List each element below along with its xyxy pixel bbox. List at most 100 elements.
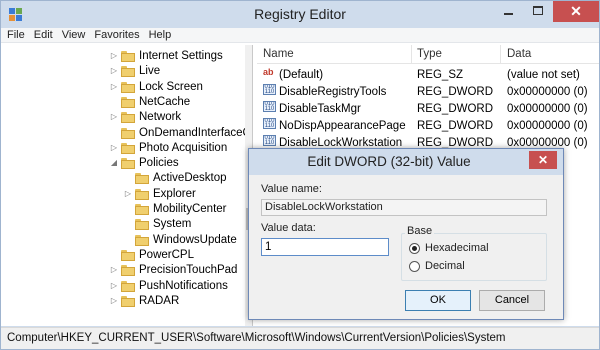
- folder-icon: [121, 112, 135, 124]
- value-row[interactable]: 010 110 DisableTaskMgr REG_DWORD 0x00000000 …: [257, 101, 599, 118]
- tree-item[interactable]: ▷ Explorer: [5, 186, 252, 202]
- hexadecimal-radio[interactable]: [409, 243, 420, 254]
- value-row[interactable]: 010 110 DisableRegistryTools REG_DWORD 0x000…: [257, 84, 599, 101]
- radio-selected-dot: [412, 246, 417, 251]
- value-type: REG_DWORD: [417, 120, 494, 132]
- tree-item-label: WindowsUpdate: [153, 233, 237, 246]
- menu-file[interactable]: File: [7, 28, 25, 42]
- tree-item-label: Explorer: [153, 187, 196, 200]
- value-data: 0x00000000 (0): [507, 86, 588, 98]
- menu-view[interactable]: View: [62, 28, 86, 42]
- tree-item[interactable]: ▷ PushNotifications: [5, 278, 252, 294]
- tree-item[interactable]: ▷ PrecisionTouchPad: [5, 262, 252, 278]
- folder-icon: [135, 204, 149, 215]
- folder-icon: [135, 234, 149, 246]
- expand-arrow-icon[interactable]: ▷: [109, 262, 119, 278]
- tree-item[interactable]: ActiveDesktop: [5, 170, 252, 186]
- base-label: Base: [405, 225, 435, 237]
- cancel-button[interactable]: Cancel: [479, 290, 545, 311]
- tree-item[interactable]: ▷ Lock Screen: [5, 79, 252, 95]
- expand-arrow-icon[interactable]: ▷: [123, 186, 133, 202]
- value-data: (value not set): [507, 69, 580, 81]
- value-name-label: Value name:: [261, 183, 322, 195]
- expand-arrow-icon[interactable]: ◢: [109, 155, 119, 171]
- tree-item[interactable]: ▷ RADAR: [5, 293, 252, 309]
- value-name-field[interactable]: DisableLockWorkstation: [261, 199, 547, 216]
- tree-item[interactable]: ◢ Policies: [5, 155, 252, 171]
- column-divider[interactable]: [411, 45, 412, 64]
- tree-item-label: Internet Settings: [139, 50, 223, 62]
- close-icon: ✕: [537, 153, 549, 167]
- close-button[interactable]: ✕: [553, 1, 599, 22]
- value-data-input[interactable]: [261, 238, 389, 256]
- binary-value-icon: 010 110: [263, 135, 276, 146]
- menu-edit[interactable]: Edit: [34, 28, 53, 42]
- value-name: (Default): [279, 69, 324, 81]
- tree-item[interactable]: ▷ Network: [5, 109, 252, 125]
- column-header-name[interactable]: Name: [263, 48, 294, 60]
- menu-help[interactable]: Help: [149, 28, 172, 42]
- value-name: DisableRegistryTools: [279, 86, 387, 98]
- folder-icon: [121, 142, 135, 154]
- expand-arrow-icon[interactable]: ▷: [109, 79, 119, 95]
- decimal-label[interactable]: Decimal: [425, 260, 465, 272]
- title-bar[interactable]: Registry Editor ✕: [1, 1, 599, 28]
- expand-arrow-icon[interactable]: ▷: [109, 278, 119, 294]
- status-bar-path: Computer\HKEY_CURRENT_USER\Software\Micr…: [1, 327, 599, 349]
- expand-arrow-icon[interactable]: ▷: [109, 48, 119, 64]
- tree-item[interactable]: PowerCPL: [5, 247, 252, 263]
- close-icon: ✕: [570, 3, 582, 19]
- folder-icon: [135, 188, 149, 200]
- tree-item-label: Live: [139, 65, 161, 78]
- ok-button[interactable]: OK: [405, 290, 471, 311]
- tree-item[interactable]: ▷ Live: [5, 63, 252, 79]
- tree-item[interactable]: NetCache: [5, 94, 252, 110]
- expand-arrow-icon[interactable]: ▷: [109, 140, 119, 156]
- tree-item-label: Network: [139, 111, 182, 124]
- folder-icon: [121, 249, 135, 261]
- folder-icon: [121, 295, 135, 307]
- tree-item[interactable]: System: [5, 216, 252, 232]
- folder-icon: [135, 173, 149, 185]
- tree-item-label: PrecisionTouchPad: [139, 264, 238, 277]
- value-type: REG_DWORD: [417, 103, 494, 115]
- list-header: Name Type Data: [257, 45, 599, 64]
- expand-arrow-icon[interactable]: ▷: [109, 63, 119, 79]
- folder-icon: [121, 158, 135, 170]
- tree-item[interactable]: ▷ Internet Settings: [5, 48, 252, 64]
- value-name: DisableTaskMgr: [279, 103, 361, 115]
- expand-arrow-icon[interactable]: ▷: [109, 293, 119, 309]
- column-header-data[interactable]: Data: [507, 48, 531, 60]
- value-data: 0x00000000 (0): [507, 120, 588, 132]
- folder-icon: [121, 280, 135, 292]
- folder-icon: [121, 265, 135, 277]
- tree-item[interactable]: WindowsUpdate: [5, 232, 252, 248]
- tree-item[interactable]: ▷ Photo Acquisition: [5, 140, 252, 156]
- tree-item-label: Photo Acquisition: [139, 141, 228, 154]
- hexadecimal-label[interactable]: Hexadecimal: [425, 242, 489, 254]
- value-row[interactable]: 010 110 NoDispAppearancePage REG_DWORD 0x000…: [257, 118, 599, 135]
- folder-icon: [121, 81, 135, 93]
- minimize-icon: [504, 13, 513, 15]
- tree-item-label: PushNotifications: [139, 279, 228, 292]
- decimal-radio[interactable]: [409, 261, 420, 272]
- expand-arrow-icon[interactable]: ▷: [109, 109, 119, 125]
- tree-item-label: ActiveDesktop: [153, 172, 227, 185]
- minimize-button[interactable]: [493, 1, 523, 22]
- dialog-title-bar[interactable]: Edit DWORD (32-bit) Value ✕: [249, 149, 563, 175]
- tree-item-label: MobilityCenter: [153, 203, 227, 215]
- folder-icon: [121, 66, 135, 78]
- tree-item[interactable]: MobilityCenter: [5, 201, 252, 217]
- column-divider[interactable]: [500, 45, 501, 64]
- dialog-close-button[interactable]: ✕: [529, 151, 557, 169]
- folder-icon: [135, 219, 149, 231]
- menu-favorites[interactable]: Favorites: [94, 28, 139, 42]
- maximize-icon: [533, 6, 543, 15]
- column-header-type[interactable]: Type: [417, 48, 442, 60]
- base-groupbox: [401, 233, 547, 281]
- tree-item[interactable]: OnDemandInterfaceCa: [5, 125, 252, 141]
- folder-icon: [121, 127, 135, 139]
- maximize-button[interactable]: [523, 1, 553, 22]
- menu-bar: File Edit View Favorites Help: [1, 28, 599, 43]
- value-row[interactable]: ab (Default) REG_SZ (value not set): [257, 67, 599, 84]
